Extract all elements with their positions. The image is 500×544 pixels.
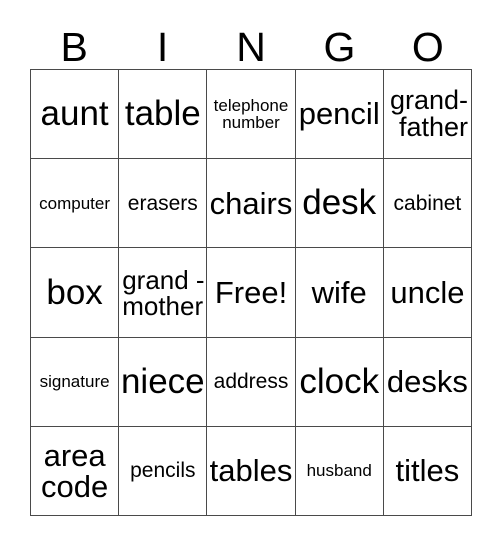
bingo-cell[interactable]: erasers (119, 159, 208, 249)
bingo-cell-label: erasers (127, 191, 198, 215)
bingo-cell-label: grand- father (389, 85, 469, 143)
bingo-header-letter-i: I (156, 24, 169, 70)
bingo-cell[interactable]: wife (295, 248, 384, 338)
bingo-cell[interactable]: address (207, 337, 296, 427)
bingo-header-letter-g: G (323, 24, 356, 70)
bingo-cell[interactable]: pencil (295, 70, 384, 160)
bingo-header-letter-o: O (411, 24, 444, 70)
bingo-cell-label: chairs (209, 185, 293, 221)
bingo-cell-label: signature (39, 372, 110, 392)
bingo-cell[interactable]: area code (31, 426, 120, 517)
bingo-cell[interactable]: clock (295, 337, 384, 427)
bingo-cell-label: computer (39, 193, 111, 213)
bingo-cell-label: pencils (130, 459, 196, 483)
bingo-grid: aunt table telephone number pencil grand… (30, 69, 473, 517)
bingo-cell[interactable]: grand - mother (119, 248, 208, 338)
bingo-row: aunt table telephone number pencil grand… (31, 70, 473, 160)
bingo-row: computer erasers chairs desk cabinet (31, 159, 473, 249)
bingo-header-letter-n: N (236, 24, 266, 70)
bingo-cell-label: aunt (40, 94, 109, 134)
bingo-cell-label: box (46, 272, 103, 312)
bingo-cell-label: husband (306, 461, 372, 481)
bingo-cell[interactable]: titles (383, 426, 473, 517)
bingo-cell[interactable]: cabinet (383, 159, 473, 249)
bingo-cell-label: telephone number (213, 96, 289, 133)
bingo-cell[interactable]: telephone number (207, 70, 296, 160)
bingo-cell[interactable]: grand- father (383, 70, 473, 160)
bingo-card: B I N G O aunt table telephone number pe… (0, 0, 500, 544)
bingo-cell[interactable]: signature (31, 337, 120, 427)
bingo-cell[interactable]: computer (31, 159, 120, 249)
bingo-cell[interactable]: pencils (119, 426, 208, 517)
bingo-cell[interactable]: tables (207, 426, 296, 517)
bingo-header-row: B I N G O (30, 18, 472, 69)
bingo-cell-label: grand - mother (122, 264, 205, 321)
bingo-cell[interactable]: desks (383, 337, 473, 427)
bingo-row: box grand - mother Free! wife uncle (31, 248, 473, 338)
bingo-cell-label: desks (386, 363, 468, 399)
bingo-cell-label: table (124, 94, 201, 134)
bingo-cell-free-space[interactable]: Free! (207, 248, 296, 338)
bingo-cell[interactable]: uncle (383, 248, 473, 338)
bingo-row: area code pencils tables husband titles (31, 426, 473, 517)
bingo-cell-label: uncle (390, 274, 465, 310)
bingo-cell-label: area code (40, 437, 109, 504)
bingo-cell-label: clock (299, 361, 380, 401)
bingo-cell-label: address (213, 370, 289, 393)
bingo-cell-label: titles (395, 453, 460, 489)
bingo-cell[interactable]: husband (295, 426, 384, 517)
bingo-cell[interactable]: niece (119, 337, 208, 427)
bingo-cell-label: tables (209, 453, 293, 489)
bingo-cell-label: pencil (298, 96, 380, 132)
bingo-cell[interactable]: chairs (207, 159, 296, 249)
bingo-row: signature niece address clock desks (31, 337, 473, 427)
bingo-free-space-label: Free! (214, 274, 288, 310)
bingo-cell-label: niece (120, 361, 205, 401)
bingo-header-letter-b: B (60, 24, 88, 70)
bingo-cell-label: cabinet (393, 191, 462, 215)
bingo-cell-label: desk (302, 183, 377, 223)
bingo-cell[interactable]: desk (295, 159, 384, 249)
bingo-cell[interactable]: table (119, 70, 208, 160)
bingo-cell[interactable]: box (31, 248, 120, 338)
bingo-cell-label: wife (311, 274, 367, 310)
bingo-cell[interactable]: aunt (31, 70, 120, 160)
